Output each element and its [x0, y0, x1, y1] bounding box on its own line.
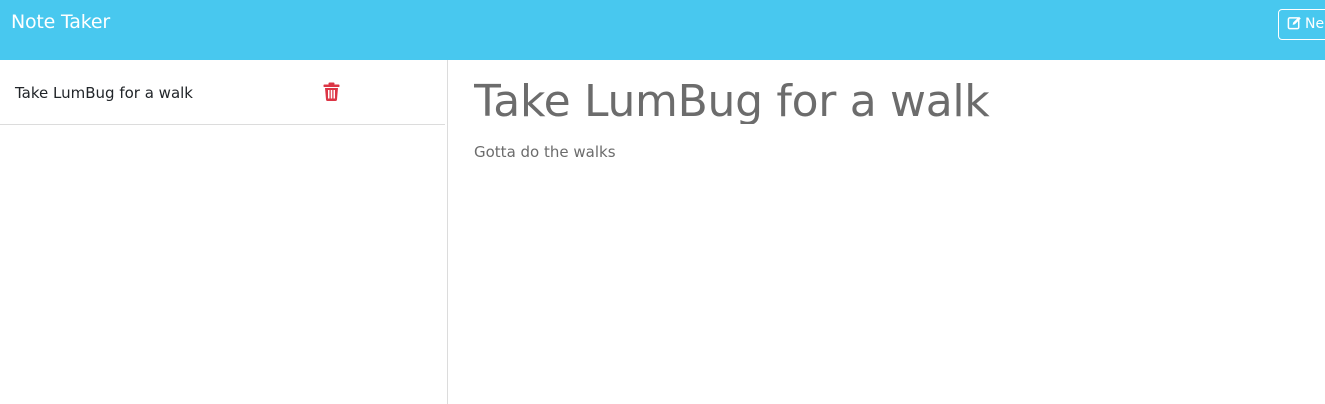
note-list-item-title[interactable]: Take LumBug for a walk: [15, 83, 193, 103]
note-text-field[interactable]: Gotta do the walks: [474, 142, 616, 162]
app-brand[interactable]: Note Taker: [11, 9, 110, 35]
trash-icon[interactable]: [323, 82, 340, 101]
note-editor: Take LumBug for a walk Gotta do the walk…: [449, 60, 1325, 404]
navbar: Note Taker Ne: [0, 0, 1325, 60]
notes-sidebar: Take LumBug for a walk: [0, 60, 448, 404]
new-note-label: Ne: [1305, 16, 1325, 32]
edit-icon: [1287, 16, 1301, 30]
note-list-item[interactable]: Take LumBug for a walk: [0, 60, 445, 125]
note-title-field[interactable]: Take LumBug for a walk: [474, 74, 1314, 124]
new-note-button[interactable]: Ne: [1278, 9, 1325, 40]
